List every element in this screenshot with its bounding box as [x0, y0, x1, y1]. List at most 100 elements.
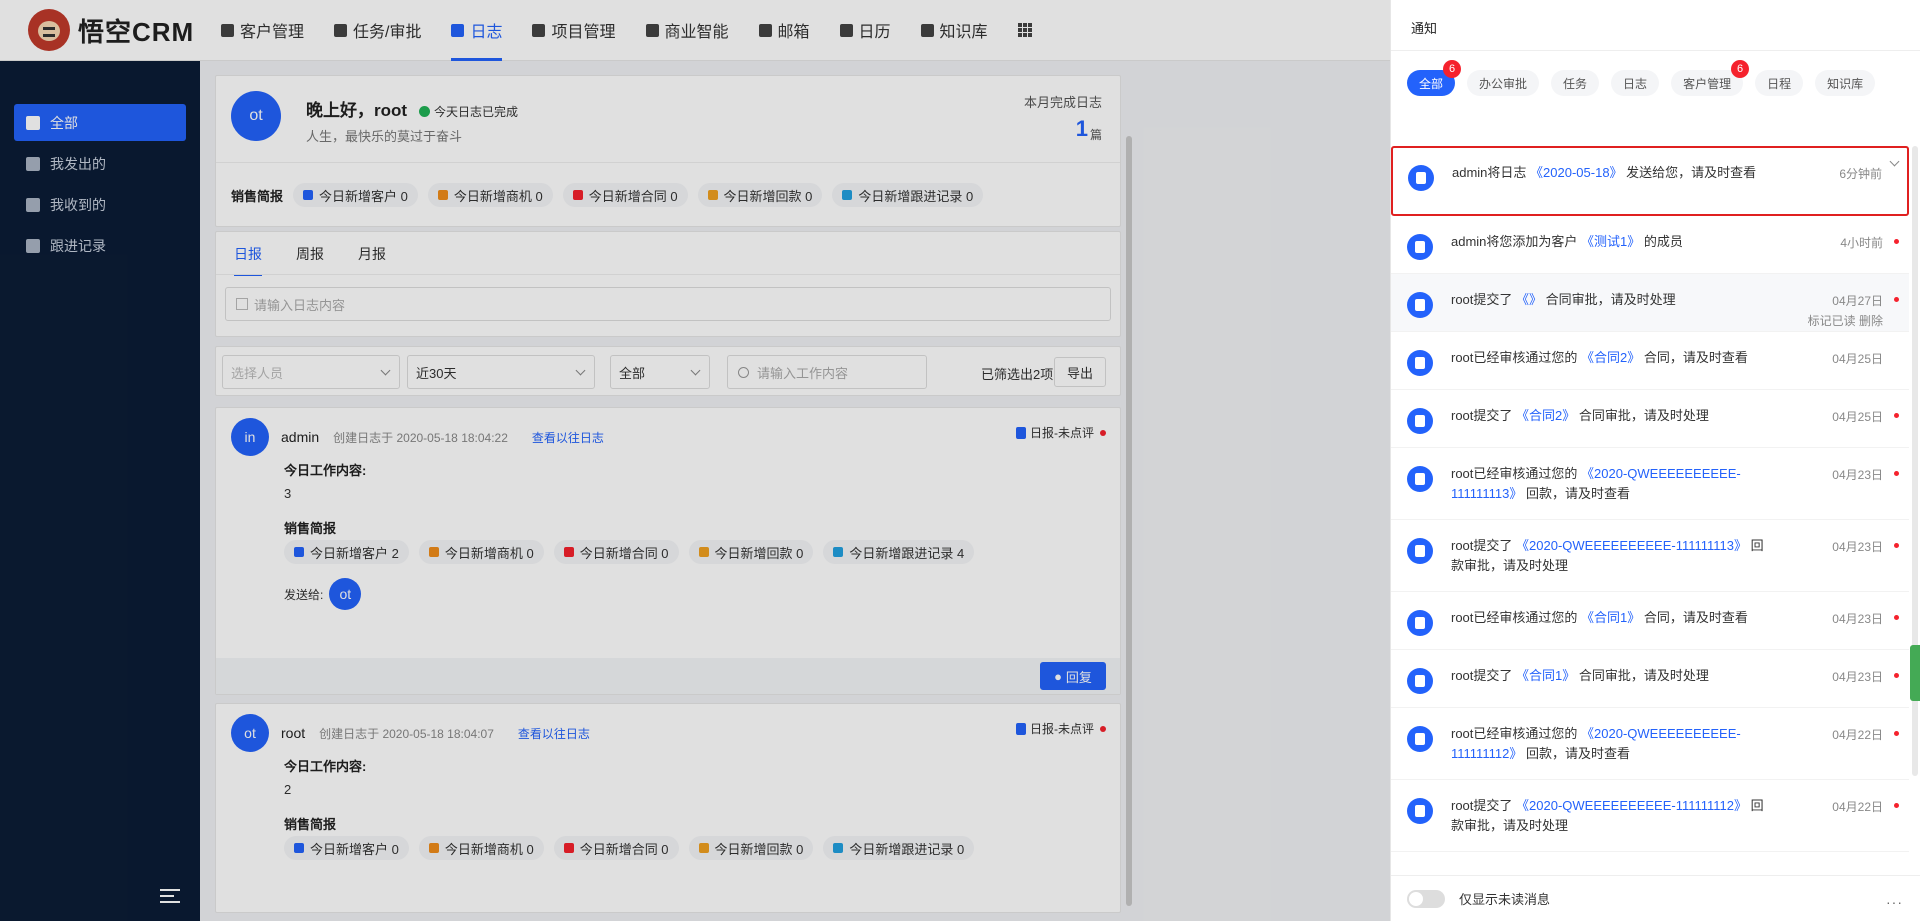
notification-link[interactable]: 《测试1》: [1581, 234, 1640, 249]
count-badge: 6: [1731, 60, 1750, 78]
notification-item[interactable]: root已经审核通过您的 《2020-QWEEEEEEEEEE-11111111…: [1391, 448, 1909, 520]
notification-text: root提交了 《2020-QWEEEEEEEEEE-111111113》 回款…: [1451, 536, 1771, 576]
notification-item[interactable]: root提交了 《合同1》 合同审批，请及时处理 04月23日: [1391, 650, 1909, 708]
notification-type-icon: [1407, 668, 1433, 694]
app-root: 悟空CRM 客户管理 任务/审批 日志 项目管理 商业智能 邮箱 日历 知识库 全部 我发出的我…: [0, 0, 1920, 921]
notification-item[interactable]: admin将日志 《2020-05-18》 发送给您，请及时查看 6分钟前: [1391, 146, 1909, 216]
unread-dot: [1894, 297, 1899, 302]
unread-dot: [1894, 615, 1899, 620]
notification-text-post: 合同，请及时查看: [1643, 610, 1748, 625]
notification-text-pre: root提交了: [1451, 538, 1513, 553]
notification-link[interactable]: 《2020-05-18》: [1530, 165, 1623, 180]
notification-tab-4[interactable]: 客户管理 6: [1671, 60, 1750, 96]
notification-tab-label: 全部: [1419, 76, 1444, 91]
panel-title: 通知: [1411, 21, 1438, 36]
notification-tabs: 全部 6 办公审批 任务 日志 客户管理 6 日程 知识库: [1407, 60, 1907, 112]
notification-type-icon: [1407, 466, 1433, 492]
notification-tab-3[interactable]: 日志: [1611, 70, 1660, 96]
notification-text-post: 回款，请及时查看: [1525, 746, 1630, 761]
notification-item[interactable]: root提交了 《合同2》 合同审批，请及时处理 04月25日: [1391, 390, 1909, 448]
notification-type-icon: [1407, 726, 1433, 752]
notification-link[interactable]: 《》: [1516, 292, 1542, 307]
notification-time: 04月23日: [1832, 468, 1883, 482]
notification-text-post: 发送给您，请及时查看: [1626, 165, 1757, 180]
notification-time: 04月25日: [1832, 352, 1883, 366]
notification-panel: 通知 全部 6 办公审批 任务 日志 客户管理 6 日程 知识库 admin将日志 《2020-…: [1390, 0, 1920, 921]
notification-actions[interactable]: 标记已读 删除: [1808, 312, 1883, 329]
notification-time: 04月22日: [1832, 728, 1883, 742]
notification-tab-6[interactable]: 知识库: [1815, 70, 1876, 96]
notification-time: 6分钟前: [1839, 167, 1882, 181]
count-badge: 6: [1443, 60, 1462, 78]
notification-tab-label: 日志: [1623, 76, 1648, 91]
notification-type-icon: [1407, 234, 1433, 260]
notification-text-post: 合同审批，请及时处理: [1578, 668, 1709, 683]
notification-text-post: 的成员: [1643, 234, 1683, 249]
notification-link[interactable]: 《合同2》: [1581, 350, 1640, 365]
notification-link[interactable]: 《2020-QWEEEEEEEEEE-111111113》: [1516, 538, 1747, 553]
unread-only-toggle[interactable]: [1407, 889, 1445, 908]
notification-type-icon: [1407, 292, 1433, 318]
unread-dot: [1894, 803, 1899, 808]
notification-text: root已经审核通过您的 《2020-QWEEEEEEEEEE-11111111…: [1451, 724, 1771, 764]
notification-link[interactable]: 《2020-QWEEEEEEEEEE-111111112》: [1516, 798, 1747, 813]
notification-text-pre: root提交了: [1451, 668, 1513, 683]
notification-text-pre: root已经审核通过您的: [1451, 726, 1578, 741]
notification-text: root已经审核通过您的 《合同2》 合同，请及时查看: [1451, 348, 1771, 368]
notification-tab-1[interactable]: 办公审批: [1467, 70, 1540, 96]
unread-dot: [1894, 239, 1899, 244]
modal-overlay[interactable]: [0, 0, 1390, 921]
more-icon[interactable]: ···: [1886, 894, 1903, 910]
notification-text-pre: root已经审核通过您的: [1451, 350, 1578, 365]
notification-text: root提交了 《2020-QWEEEEEEEEEE-111111112》 回款…: [1451, 796, 1771, 836]
notification-link[interactable]: 《合同1》: [1516, 668, 1575, 683]
notification-type-icon: [1407, 798, 1433, 824]
notification-tab-label: 办公审批: [1479, 76, 1528, 91]
notification-tab-5[interactable]: 日程: [1755, 70, 1804, 96]
notification-item[interactable]: admin将您添加为客户 《测试1》 的成员 4小时前: [1391, 216, 1909, 274]
side-handle[interactable]: [1910, 645, 1920, 701]
notification-tab-label: 客户管理: [1683, 76, 1732, 91]
unread-dot: [1894, 731, 1899, 736]
unread-dot: [1894, 471, 1899, 476]
notification-text-post: 合同审批，请及时处理: [1545, 292, 1676, 307]
notification-type-icon: [1407, 538, 1433, 564]
notification-item[interactable]: root提交了 《》 合同审批，请及时处理 04月27日 标记已读 删除: [1391, 274, 1909, 332]
notification-time: 04月23日: [1832, 540, 1883, 554]
notification-time: 04月25日: [1832, 410, 1883, 424]
notification-item[interactable]: root已经审核通过您的 《合同1》 合同，请及时查看 04月23日: [1391, 592, 1909, 650]
notification-text: root提交了 《合同2》 合同审批，请及时处理: [1451, 406, 1771, 426]
notification-time: 04月22日: [1832, 800, 1883, 814]
notification-type-icon: [1407, 610, 1433, 636]
notification-text-post: 回款，请及时查看: [1525, 486, 1630, 501]
notification-tab-0[interactable]: 全部 6: [1407, 60, 1462, 96]
notification-text-pre: root提交了: [1451, 408, 1513, 423]
notification-text: root已经审核通过您的 《2020-QWEEEEEEEEEE-11111111…: [1451, 464, 1771, 504]
notification-type-icon: [1407, 408, 1433, 434]
notification-text-pre: admin将日志: [1452, 165, 1527, 180]
unread-only-label: 仅显示未读消息: [1459, 892, 1551, 907]
notification-text: root提交了 《合同1》 合同审批，请及时处理: [1451, 666, 1771, 686]
unread-dot: [1894, 673, 1899, 678]
notification-tab-2[interactable]: 任务: [1551, 70, 1600, 96]
notification-text-post: 合同审批，请及时处理: [1578, 408, 1709, 423]
notification-time: 4小时前: [1840, 236, 1883, 250]
notification-item[interactable]: root已经审核通过您的 《2020-QWEEEEEEEEEE-11111111…: [1391, 708, 1909, 780]
notification-item[interactable]: root已经审核通过您的 《合同2》 合同，请及时查看 04月25日: [1391, 332, 1909, 390]
notification-item[interactable]: root提交了 《2020-QWEEEEEEEEEE-111111113》 回款…: [1391, 520, 1909, 592]
notification-type-icon: [1408, 165, 1434, 191]
notification-text-pre: root提交了: [1451, 798, 1513, 813]
notification-link[interactable]: 《合同1》: [1581, 610, 1640, 625]
notification-list: admin将日志 《2020-05-18》 发送给您，请及时查看 6分钟前 admi…: [1391, 146, 1909, 852]
notification-link[interactable]: 《合同2》: [1516, 408, 1575, 423]
notification-tab-label: 知识库: [1827, 76, 1864, 91]
notification-time: 04月27日: [1832, 294, 1883, 308]
notification-text: root已经审核通过您的 《合同1》 合同，请及时查看: [1451, 608, 1771, 628]
notification-type-icon: [1407, 350, 1433, 376]
divider: [1391, 50, 1920, 51]
notification-tab-label: 日程: [1767, 76, 1792, 91]
notification-tab-label: 任务: [1563, 76, 1588, 91]
notification-item[interactable]: root提交了 《2020-QWEEEEEEEEEE-111111112》 回款…: [1391, 780, 1909, 852]
notification-time: 04月23日: [1832, 612, 1883, 626]
notification-text: admin将日志 《2020-05-18》 发送给您，请及时查看: [1452, 163, 1772, 183]
